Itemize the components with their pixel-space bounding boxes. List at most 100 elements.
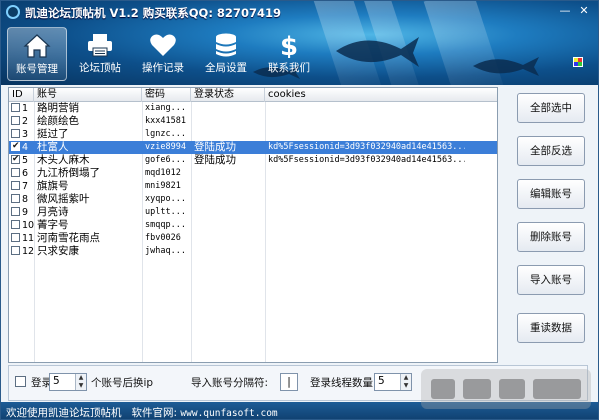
reload-data-button[interactable]: 重读数据	[517, 313, 585, 343]
edit-account-button[interactable]: 编辑账号	[517, 179, 585, 209]
window-title: 凯迪论坛顶帖机 V1.2 购买联系QQ: 82707419	[25, 6, 281, 20]
row-checkbox[interactable]	[11, 103, 20, 112]
delete-account-button[interactable]: 删除账号	[517, 222, 585, 252]
row-checkbox[interactable]	[11, 207, 20, 216]
header-account[interactable]: 账号	[34, 88, 142, 102]
row-checkbox[interactable]	[11, 129, 20, 138]
row-checkbox[interactable]	[11, 194, 20, 203]
header-status[interactable]: 登录状态	[191, 88, 265, 102]
row-checkbox[interactable]	[11, 220, 20, 229]
row-checkbox[interactable]	[11, 233, 20, 242]
switch-ip-label: 个账号后换ip	[91, 377, 154, 389]
nav-contact-us[interactable]: $ 联系我们	[259, 27, 319, 81]
import-account-button[interactable]: 导入账号	[517, 265, 585, 295]
minimize-button[interactable]: —	[559, 5, 571, 17]
row-cookies	[265, 128, 465, 141]
header-id[interactable]: ID	[9, 88, 34, 102]
row-status	[191, 219, 265, 232]
table-row[interactable]: 1 路明营销 xiang...	[9, 102, 497, 115]
row-status	[191, 167, 265, 180]
account-table[interactable]: ID 账号 密码 登录状态 cookies 1 路明营销 xiang... 2 绘颜绘色…	[8, 87, 498, 363]
row-id: 4	[22, 142, 29, 153]
nav-account-manage[interactable]: 账号管理	[7, 27, 67, 81]
row-id-cell: 10	[9, 219, 34, 232]
row-id: 3	[22, 129, 29, 140]
table-row[interactable]: 12 只求安康 jwhaq...	[9, 245, 497, 258]
row-password: smqqp...	[145, 220, 186, 230]
table-row[interactable]: 7 旗旗号 mni9821	[9, 180, 497, 193]
row-account: 月亮诗	[37, 206, 69, 218]
row-account: 杜富人	[37, 141, 69, 153]
row-checkbox[interactable]	[11, 141, 20, 153]
separator-input[interactable]: |	[280, 373, 298, 391]
table-row[interactable]: 11 河南雪花雨点 fbv0026	[9, 232, 497, 245]
threads-value: 5	[378, 375, 385, 387]
site-link[interactable]: www.qunfasoft.com	[180, 408, 277, 419]
login-count-stepper[interactable]: 5 ▲ ▼	[49, 373, 87, 391]
table-row[interactable]: 9 月亮诗 upltt...	[9, 206, 497, 219]
coins-stack-icon	[216, 33, 236, 57]
site-label: 软件官网:	[131, 407, 178, 419]
row-id-cell: 8	[9, 193, 34, 206]
row-password: kxx41581	[145, 116, 186, 126]
row-checkbox[interactable]	[11, 168, 20, 177]
row-checkbox[interactable]	[11, 246, 20, 255]
row-status	[191, 245, 265, 258]
row-status	[191, 193, 265, 206]
header-cookies[interactable]: cookies	[265, 88, 497, 102]
row-status	[191, 115, 265, 128]
row-password: xiang...	[145, 103, 186, 113]
threads-stepper[interactable]: 5 ▲ ▼	[374, 373, 412, 391]
nav-operation-log[interactable]: 操作记录	[133, 27, 193, 81]
row-account: 挺过了	[37, 128, 69, 140]
home-icon	[23, 34, 51, 58]
row-checkbox[interactable]	[11, 154, 20, 166]
row-status	[191, 180, 265, 193]
table-row[interactable]: 8 微风摇紫叶 xyqpo...	[9, 193, 497, 206]
threads-label: 登录线程数量	[310, 377, 373, 389]
row-password: fbv0026	[145, 233, 181, 243]
row-password: vzie8994	[145, 142, 186, 152]
printer-icon	[88, 34, 112, 57]
table-row[interactable]: 5 木头人麻木 gofe6... 登陆成功 kd%5Fsessionid=3d93f03…	[9, 154, 497, 167]
row-id-cell: 5	[9, 154, 34, 167]
header-password[interactable]: 密码	[142, 88, 191, 102]
nav-global-settings[interactable]: 全局设置	[196, 27, 256, 81]
skin-color-icon[interactable]	[573, 57, 583, 67]
row-cookies	[265, 232, 465, 245]
row-cookies	[265, 102, 465, 115]
row-account: 河南雪花雨点	[37, 232, 100, 244]
select-all-button[interactable]: 全部选中	[517, 93, 585, 123]
fish-decoration	[473, 57, 539, 76]
dollar-icon: $	[280, 32, 298, 58]
title-bar[interactable]: 凯迪论坛顶帖机 V1.2 购买联系QQ: 82707419 — ✕	[1, 1, 598, 23]
row-cookies	[265, 245, 465, 258]
row-id-cell: 3	[9, 128, 34, 141]
nav-label: 操作记录	[142, 62, 184, 74]
invert-selection-button[interactable]: 全部反选	[517, 136, 585, 166]
table-row[interactable]: 6 九江桥倒塌了 mqd1012	[9, 167, 497, 180]
row-account: 只求安康	[37, 245, 79, 257]
row-id: 7	[22, 181, 29, 192]
nav-forum-bump[interactable]: 论坛顶帖	[70, 27, 130, 81]
row-status	[191, 232, 265, 245]
row-account: 旗旗号	[37, 180, 69, 192]
row-checkbox[interactable]	[11, 181, 20, 190]
row-account: 木头人麻木	[37, 154, 90, 166]
table-row[interactable]: 3 挺过了 lgnzc...	[9, 128, 497, 141]
stepper-arrows-icon[interactable]: ▲ ▼	[400, 374, 411, 390]
table-row[interactable]: 10 菁字号 smqqp...	[9, 219, 497, 232]
row-id-cell: 6	[9, 167, 34, 180]
row-id: 11	[22, 233, 34, 244]
row-checkbox[interactable]	[11, 116, 20, 125]
row-cookies: kd%5Fsessionid=3d93f032940ad14e41563...	[268, 142, 465, 152]
table-row[interactable]: 4 杜富人 vzie8994 登陆成功 kd%5Fsessionid=3d93f0329…	[9, 141, 497, 154]
fish-decoration	[336, 37, 419, 67]
switch-ip-checkbox[interactable]	[15, 376, 26, 387]
table-row[interactable]: 2 绘颜绘色 kxx41581	[9, 115, 497, 128]
stepper-arrows-icon[interactable]: ▲ ▼	[75, 374, 86, 390]
row-status	[191, 206, 265, 219]
close-button[interactable]: ✕	[578, 5, 590, 17]
welcome-text: 欢迎使用凯迪论坛顶帖机	[6, 407, 122, 419]
row-account: 绘颜绘色	[37, 115, 79, 127]
